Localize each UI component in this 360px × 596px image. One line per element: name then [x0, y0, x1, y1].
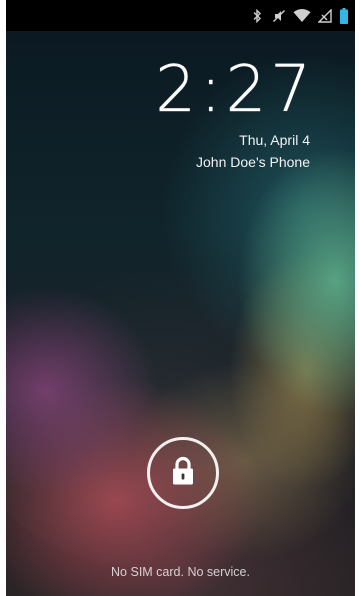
- phone-screen: 2:27 Thu, April 4 John Doe's Phone No SI…: [6, 0, 355, 596]
- bluetooth-icon: [249, 7, 265, 25]
- carrier-status-text: No SIM card. No service.: [111, 565, 250, 579]
- wifi-icon: [293, 7, 311, 25]
- clock-time: 2:27: [155, 53, 315, 127]
- no-signal-icon: [317, 7, 333, 25]
- status-bar: [6, 0, 355, 31]
- padlock-icon: [170, 456, 196, 491]
- owner-info-label: John Doe's Phone: [196, 154, 310, 170]
- unlock-button[interactable]: [147, 437, 219, 509]
- sound-off-icon: [271, 7, 287, 25]
- battery-icon: [339, 7, 349, 25]
- date-label: Thu, April 4: [239, 132, 310, 148]
- wallpaper-highlight: [6, 174, 355, 596]
